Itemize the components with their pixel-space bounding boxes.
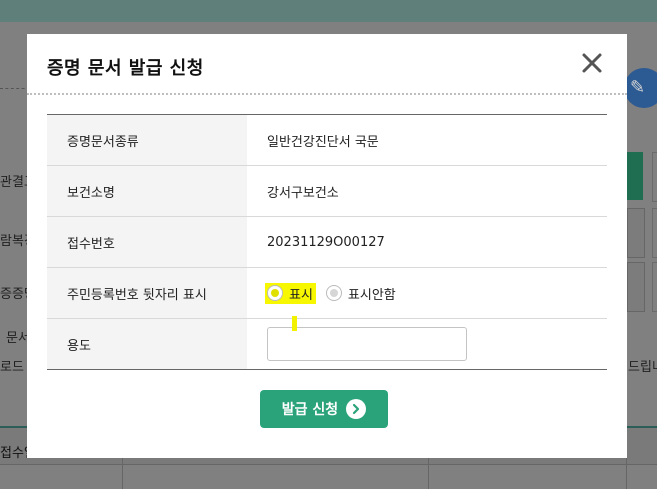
close-icon	[582, 53, 602, 73]
row-label: 용도	[47, 318, 247, 370]
certificate-request-modal: 증명 문서 발급 신청 증명문서종류 일반건강진단서 국문 보건소명 강서구보건…	[27, 34, 627, 458]
background-text: 드립니	[628, 360, 657, 375]
radio-hide-label: 표시안함	[347, 287, 396, 303]
radio-hide[interactable]: 표시안함	[325, 284, 396, 303]
receipt-number-value: 20231129O00127	[247, 216, 607, 268]
background-button	[627, 152, 643, 200]
document-type-value: 일반건강진단서 국문	[247, 114, 607, 166]
background-row-divider	[0, 464, 657, 465]
ssn-display-radio-group: 표시 표시안함	[265, 282, 607, 304]
background-button	[627, 262, 645, 312]
request-info-table: 증명문서종류 일반건강진단서 국문 보건소명 강서구보건소 접수번호 20231…	[47, 114, 607, 370]
table-row: 접수번호 20231129O00127	[47, 216, 607, 268]
row-label: 보건소명	[47, 165, 247, 217]
modal-header: 증명 문서 발급 신청	[27, 34, 627, 94]
purpose-input[interactable]	[267, 327, 467, 361]
health-center-value: 강서구보건소	[247, 165, 607, 217]
header-divider	[27, 93, 627, 95]
table-row: 증명문서종류 일반건강진단서 국문	[47, 114, 607, 166]
radio-show-label: 표시	[289, 287, 313, 303]
table-row: 용도	[47, 318, 607, 370]
row-label: 접수번호	[47, 216, 247, 268]
background-divider	[0, 88, 30, 89]
modal-title: 증명 문서 발급 신청	[47, 58, 204, 79]
close-button[interactable]	[579, 50, 605, 76]
submit-label: 발급 신청	[281, 402, 339, 418]
chevron-right-circle-icon	[346, 399, 367, 419]
background-label: 로드	[0, 360, 24, 375]
radio-show[interactable]: 표시	[265, 282, 316, 304]
background-box	[652, 152, 657, 202]
ssn-display-cell: 표시 표시안함	[247, 267, 607, 319]
table-row: 주민등록번호 뒷자리 표시 표시 표시안함	[47, 267, 607, 319]
purpose-cell	[247, 318, 607, 370]
row-label: 증명문서종류	[47, 114, 247, 166]
text-cursor-marker	[292, 316, 297, 331]
background-edit-button: ✎	[624, 68, 657, 108]
table-row: 보건소명 강서구보건소	[47, 165, 607, 217]
radio-selected-icon[interactable]	[267, 285, 283, 301]
submit-request-button[interactable]: 발급 신청	[260, 390, 388, 428]
background-button	[627, 208, 645, 258]
background-top-bar	[0, 0, 657, 22]
row-label: 주민등록번호 뒷자리 표시	[47, 267, 247, 319]
background-box	[652, 262, 657, 312]
background-box	[652, 208, 657, 258]
radio-unselected-icon[interactable]	[325, 285, 342, 301]
